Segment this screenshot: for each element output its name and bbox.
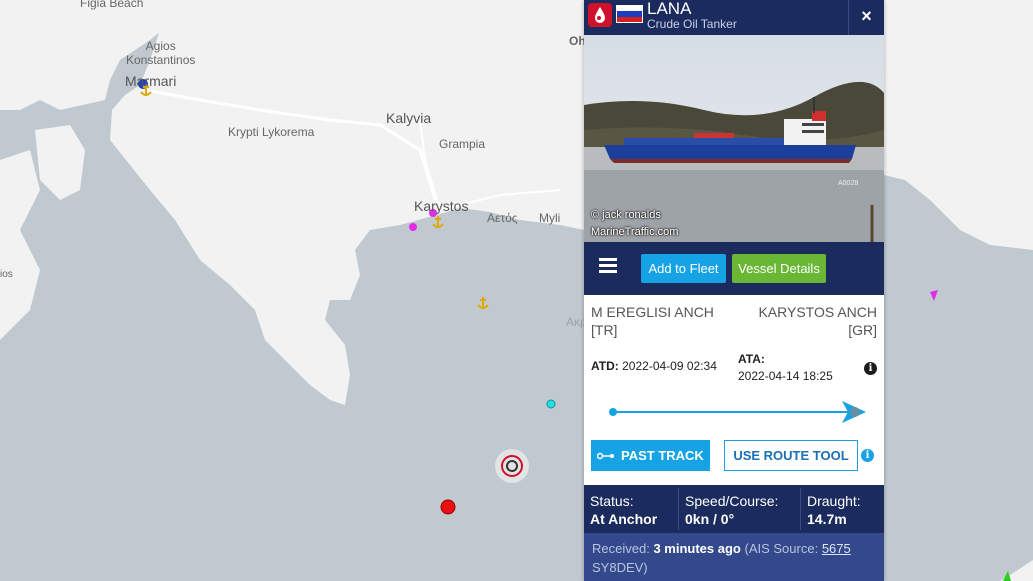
vessel-marker-cyan[interactable] <box>546 399 556 409</box>
speed-course-value: 0kn / 0° <box>685 511 735 527</box>
add-to-fleet-button[interactable]: Add to Fleet <box>641 254 726 283</box>
tanker-type-icon <box>588 3 612 27</box>
vessel-marker-red[interactable] <box>440 499 456 515</box>
ais-source-name: SY8DEV) <box>592 560 648 575</box>
status-field: Status: At Anchor <box>590 492 657 528</box>
label-figia-beach: Figia Beach <box>80 0 144 10</box>
past-track-label: PAST TRACK <box>621 448 704 463</box>
received-value: 3 minutes ago <box>653 541 741 556</box>
label-krypti-lykorema: Krypti Lykorema <box>228 125 315 139</box>
vessel-photo[interactable]: A0028 © jack ronalds MarineTraffic.com <box>584 35 884 242</box>
label-ios: ios <box>0 269 13 280</box>
vessel-details-button[interactable]: Vessel Details <box>732 254 826 283</box>
vessel-info-panel: LANA Crude Oil Tanker × A0028 © jack ron… <box>584 0 884 581</box>
arrival-port[interactable]: KARYSTOS ANCH [GR] <box>758 303 877 339</box>
info-icon[interactable]: i <box>864 362 877 375</box>
ais-source-id-link[interactable]: 5675 <box>822 541 851 556</box>
stats-divider <box>678 488 679 530</box>
label-grampia: Grampia <box>439 137 486 151</box>
voyage-section: M EREGLISI ANCH [TR] KARYSTOS ANCH [GR] … <box>584 295 884 485</box>
vessel-stats-bar: Status: At Anchor Speed/Course: 0kn / 0°… <box>584 485 884 533</box>
hamburger-menu-icon[interactable] <box>599 258 617 274</box>
label-kalyvia: Kalyvia <box>386 110 432 126</box>
draught-label: Draught: <box>807 493 861 509</box>
photo-tag: A0028 <box>838 180 859 187</box>
departure-port[interactable]: M EREGLISI ANCH [TR] <box>591 303 714 339</box>
ata-field: ATA: 2022-04-14 18:25 <box>738 351 833 385</box>
arrival-country: [GR] <box>848 322 877 338</box>
selected-vessel-halo[interactable] <box>495 449 529 483</box>
vessel-type: Crude Oil Tanker <box>647 17 737 31</box>
photo-credit: © jack ronalds <box>591 209 661 221</box>
atd-field: ATD: 2022-04-09 02:34 <box>591 359 717 373</box>
speed-course-label: Speed/Course: <box>685 493 779 509</box>
label-karystos: Karystos <box>414 198 469 214</box>
status-label: Status: <box>590 493 634 509</box>
status-value: At Anchor <box>590 511 658 527</box>
route-info-icon[interactable]: i <box>861 449 874 462</box>
photo-source: MarineTraffic.com <box>591 226 679 238</box>
draught-field: Draught: 14.7m <box>807 492 861 528</box>
arrival-port-name: KARYSTOS ANCH <box>758 304 877 320</box>
panel-header: LANA Crude Oil Tanker × <box>584 0 884 35</box>
russia-flag-icon <box>616 5 643 23</box>
ata-label: ATA: <box>738 352 765 366</box>
close-button[interactable]: × <box>848 0 884 35</box>
speed-course-field: Speed/Course: 0kn / 0° <box>685 492 778 528</box>
ata-value: 2022-04-14 18:25 <box>738 369 833 383</box>
label-myli: Myli <box>539 211 561 225</box>
progress-end-dot <box>850 407 860 417</box>
departure-country: [TR] <box>591 322 618 338</box>
label-aetos: Αετός <box>487 211 518 225</box>
label-agios-konstantinos: Agios Konstantinos <box>126 39 196 67</box>
use-route-tool-button[interactable]: USE ROUTE TOOL <box>724 440 858 471</box>
label-marmari: Marmari <box>125 73 177 89</box>
ais-source-label: (AIS Source: <box>744 541 819 556</box>
voyage-progress-bar <box>609 401 866 423</box>
atd-value: 2022-04-09 02:34 <box>622 359 717 373</box>
draught-value: 14.7m <box>807 511 847 527</box>
received-label: Received: <box>592 541 650 556</box>
atd-label: ATD: <box>591 359 619 373</box>
past-track-button[interactable]: PAST TRACK <box>591 440 710 471</box>
departure-port-name: M EREGLISI ANCH <box>591 304 714 320</box>
received-info: Received: 3 minutes ago (AIS Source: 567… <box>584 533 884 581</box>
panel-action-bar: Add to Fleet Vessel Details <box>584 242 884 295</box>
track-icon <box>597 452 614 460</box>
stats-divider <box>800 488 801 530</box>
progress-start-dot <box>609 408 617 416</box>
vessel-marker-magenta[interactable] <box>409 223 417 231</box>
